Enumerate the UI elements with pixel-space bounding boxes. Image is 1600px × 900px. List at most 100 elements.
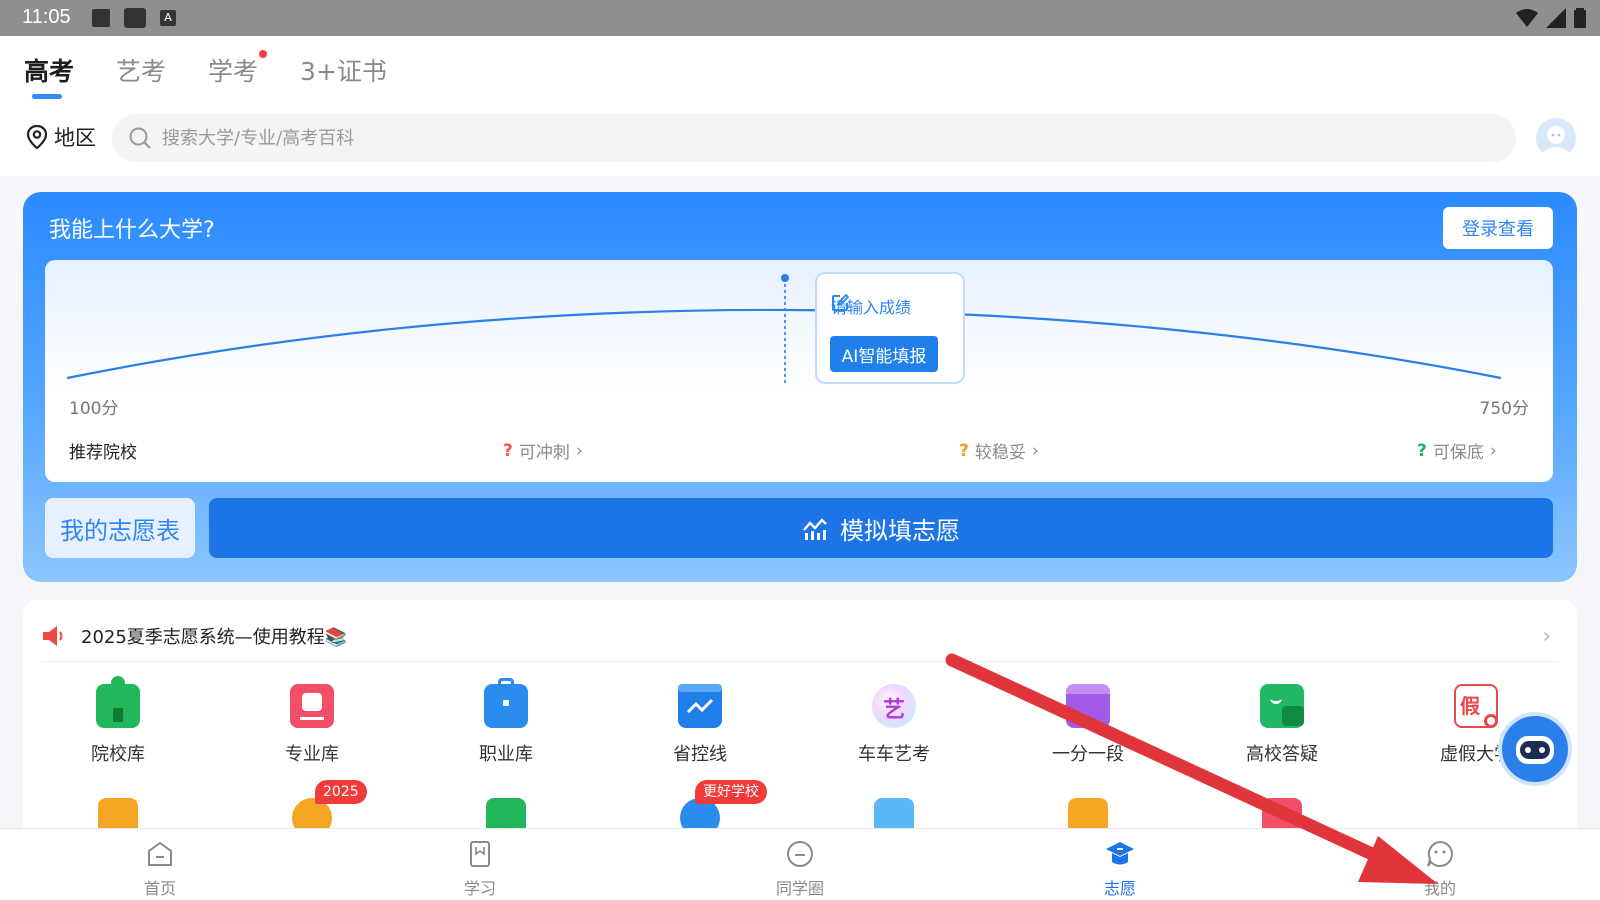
region-label: 地区	[54, 126, 96, 150]
nav-label: 志愿	[1103, 879, 1136, 898]
category-reach[interactable]: ? 可冲刺 ›	[503, 438, 583, 464]
region-selector[interactable]: 地区	[26, 122, 96, 152]
edit-icon	[832, 294, 849, 311]
tab-label: 3+证书	[300, 57, 387, 86]
chevron-right-icon: ›	[1489, 440, 1497, 461]
question-mark-icon: ?	[1417, 440, 1427, 461]
nav-classmates[interactable]: 同学圈	[750, 839, 850, 899]
chart-line-icon	[678, 684, 722, 728]
university-prediction-card: 我能上什么大学? 登录查看 请输入成绩 AI智能填报 100分 750分 推荐院…	[23, 192, 1577, 582]
tab-gaokao[interactable]: 高考	[24, 52, 75, 99]
tool-university-qa[interactable]: 高校答疑	[1207, 684, 1357, 766]
tool-school-library[interactable]: 院校库	[43, 676, 193, 766]
tab-label: 学考	[208, 57, 259, 86]
tool-label: 高校答疑	[1246, 744, 1318, 765]
simulate-label: 模拟填志愿	[840, 516, 960, 545]
tools-card: 2025夏季志愿系统—使用教程📚 › 院校库 专业库 职业库 省控线 艺 车车艺…	[23, 600, 1577, 840]
search-bar[interactable]	[112, 114, 1516, 162]
better-school-badge: 更好学校	[695, 780, 767, 804]
nav-application[interactable]: 志愿	[1070, 839, 1170, 899]
question-mark-icon: ?	[503, 440, 513, 461]
chat-icon	[1260, 684, 1304, 728]
home-icon	[148, 841, 172, 866]
tab-xuekao[interactable]: 学考	[208, 50, 268, 88]
tool-career-library[interactable]: 职业库	[431, 678, 581, 766]
notice-text: 2025夏季志愿系统—使用教程📚	[81, 626, 348, 648]
nav-label: 首页	[143, 879, 176, 898]
study-icon	[470, 841, 490, 867]
tool-score-segment[interactable]: 一分一段	[1013, 684, 1163, 766]
notice-bar[interactable]: 2025夏季志愿系统—使用教程📚 ›	[41, 610, 1559, 662]
profile-icon	[1427, 840, 1453, 867]
tab-label: 艺考	[116, 57, 167, 86]
nav-label: 同学圈	[775, 879, 824, 898]
nav-label: 我的	[1423, 879, 1456, 898]
nav-study[interactable]: 学习	[430, 839, 530, 899]
nav-mine[interactable]: 我的	[1390, 839, 1490, 899]
status-bar: 11:05 A	[0, 0, 1600, 36]
tool-label: 职业库	[479, 744, 533, 765]
year-badge: 2025	[315, 780, 367, 804]
tab-yikao[interactable]: 艺考	[116, 52, 166, 88]
nav-label: 学习	[463, 879, 496, 898]
book-icon	[290, 684, 334, 728]
chevron-right-icon: ›	[1542, 624, 1551, 649]
tool-label: 专业库	[285, 744, 339, 765]
tab-label: 高考	[24, 57, 75, 86]
graduation-cap-icon	[1106, 842, 1134, 865]
category-safe[interactable]: ? 可保底 ›	[1417, 438, 1497, 464]
location-pin-icon	[26, 124, 48, 150]
wifi-icon	[1516, 9, 1538, 27]
category-label: 可保底	[1432, 443, 1484, 463]
bottom-navigation: 首页 学习 同学圈 志愿 我的	[0, 828, 1600, 900]
my-application-table-button[interactable]: 我的志愿表	[45, 498, 195, 558]
segment-icon	[1066, 684, 1110, 728]
chevron-right-icon: ›	[1031, 440, 1039, 461]
login-view-button[interactable]: 登录查看	[1443, 207, 1553, 249]
category-label: 较稳妥	[974, 443, 1026, 463]
ai-assistant-robot-button[interactable]	[1498, 712, 1572, 786]
tool-major-library[interactable]: 专业库	[237, 684, 387, 766]
avatar[interactable]	[1536, 118, 1576, 158]
score-min-label: 100分	[69, 399, 119, 419]
search-icon	[129, 127, 151, 149]
chevron-right-icon: ›	[575, 440, 583, 461]
recommended-schools-label: 推荐院校	[69, 443, 137, 463]
chart-icon	[803, 518, 827, 540]
status-right-icons	[1516, 8, 1586, 28]
card-title: 我能上什么大学?	[49, 218, 215, 243]
category-label: 可冲刺	[518, 443, 570, 463]
exam-tabs: 高考 艺考 学考 3+证书	[24, 50, 429, 99]
user-avatar-icon	[1541, 126, 1571, 158]
ai-smart-fill-button[interactable]: AI智能填报	[830, 336, 938, 372]
tool-label: 一分一段	[1052, 744, 1124, 765]
score-curve-panel: 请输入成绩 AI智能填报 100分 750分 推荐院校 ? 可冲刺 › ? 较稳…	[45, 260, 1553, 482]
circle-icon	[787, 841, 813, 867]
tool-label: 院校库	[91, 744, 145, 765]
signal-icon	[1546, 8, 1566, 28]
tab-3plus-certificate[interactable]: 3+证书	[300, 52, 387, 88]
score-max-label: 750分	[1479, 399, 1529, 419]
score-curve	[66, 274, 1502, 384]
red-dot-badge	[259, 50, 268, 58]
school-icon	[96, 676, 140, 728]
tool-provincial-line[interactable]: 省控线	[625, 684, 775, 766]
square-icon	[124, 8, 146, 28]
art-icon: 艺	[872, 684, 916, 728]
category-stable[interactable]: ? 较稳妥 ›	[959, 438, 1039, 464]
image-icon	[92, 9, 110, 27]
simulate-application-button[interactable]: 模拟填志愿	[209, 498, 1553, 558]
briefcase-icon	[484, 678, 528, 728]
search-input[interactable]	[162, 127, 1462, 149]
tool-art-exam[interactable]: 艺 车车艺考	[819, 684, 969, 766]
battery-icon	[1574, 8, 1586, 28]
active-tab-indicator	[32, 94, 62, 99]
tool-label: 省控线	[673, 744, 727, 765]
enter-score-popup: 请输入成绩 AI智能填报	[815, 272, 965, 384]
tool-label: 车车艺考	[858, 744, 930, 765]
status-time: 11:05	[22, 6, 71, 28]
question-mark-icon: ?	[959, 440, 969, 461]
nav-home[interactable]: 首页	[110, 839, 210, 899]
enter-score-link[interactable]: 请输入成绩	[831, 294, 911, 318]
fake-icon: 假	[1454, 684, 1498, 728]
